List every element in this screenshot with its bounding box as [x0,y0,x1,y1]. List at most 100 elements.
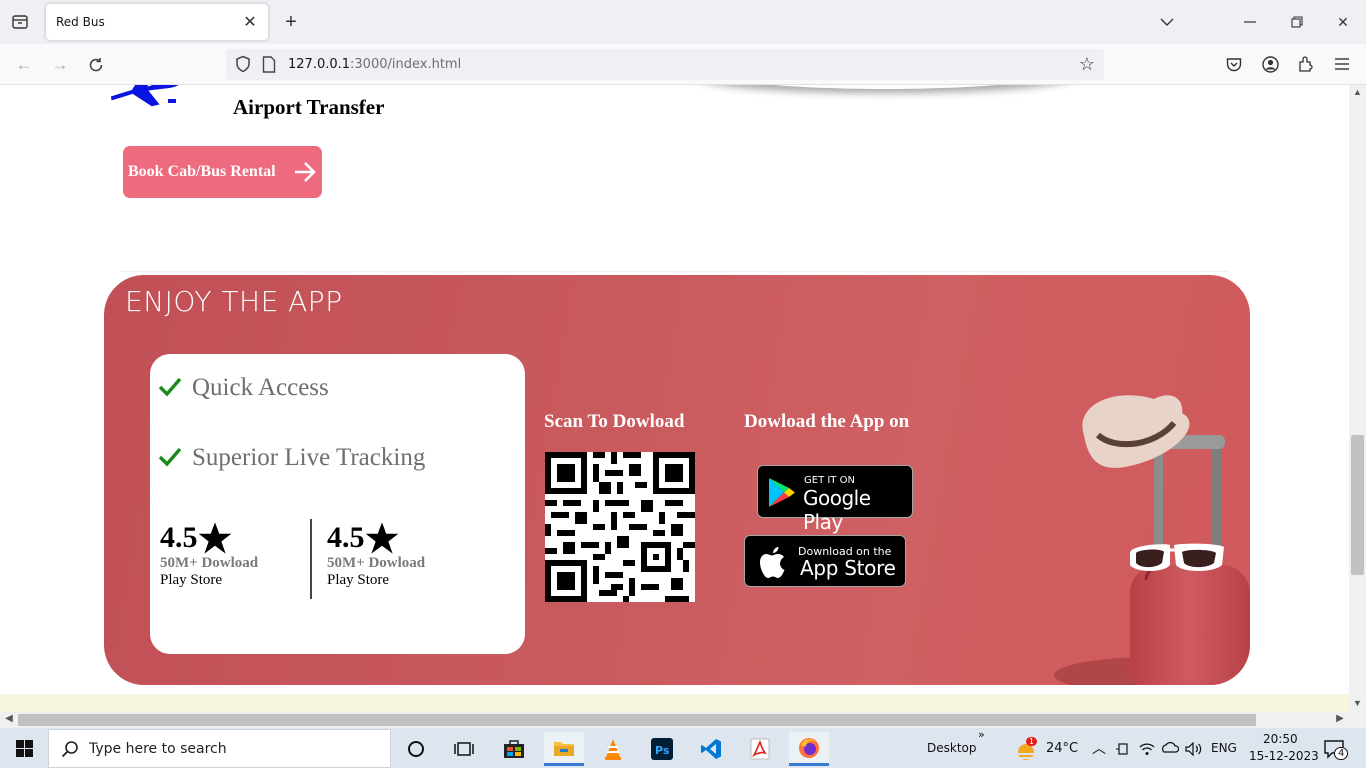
scroll-corner [1349,712,1366,728]
clock-date[interactable]: 15-12-2023 [1249,749,1319,763]
luggage-illustration [1054,395,1250,685]
close-window-button[interactable]: ✕ [1331,10,1355,34]
taskbar-search[interactable]: Type here to search [48,729,391,768]
wifi-icon[interactable] [1136,732,1158,766]
rating-block: 4.5 50M+ Dowload Play Store [327,521,477,589]
page-content: Airport Transfer Book Cab/Bus Rental ENJ… [0,85,1349,712]
search-icon [61,741,78,758]
volume-icon[interactable] [1183,732,1205,766]
scroll-down-icon[interactable]: ▼ [1351,698,1364,710]
search-placeholder: Type here to search [89,741,227,757]
browser-tab[interactable]: Red Bus ✕ [46,4,268,40]
footer-strip [0,694,1349,712]
rating-downloads: 50M+ Dowload [327,555,426,571]
desktop-toolbar-label[interactable]: Desktop [927,741,977,755]
photoshop-icon[interactable]: Ps [642,732,682,766]
rating-value: 4.5 [327,521,365,554]
windows-start-icon[interactable] [0,728,48,768]
url-text[interactable]: 127.0.0.1:3000/index.html [288,57,461,72]
svg-text:Ps: Ps [655,744,670,757]
restore-button[interactable] [1285,10,1309,34]
language-indicator[interactable]: ENG [1211,741,1237,755]
task-view-icon[interactable] [444,732,484,766]
google-play-big: Google Play [803,486,871,534]
scan-title: Scan To Dowload [544,411,685,432]
vlc-icon[interactable] [593,732,633,766]
clock-time[interactable]: 20:50 [1263,732,1298,746]
rating-value: 4.5 [160,521,198,554]
reload-icon[interactable] [83,52,109,78]
temperature[interactable]: 24°C [1046,741,1078,756]
section-divider [120,271,1228,272]
bookmark-star-icon[interactable]: ☆ [1076,53,1098,75]
horizontal-scroll-thumb[interactable] [18,714,1256,726]
new-tab-button[interactable]: + [280,10,302,34]
close-tab-icon[interactable]: ✕ [240,12,260,32]
toolbar-expand-icon[interactable]: » [978,728,985,741]
vertical-scrollbar[interactable]: ▲ ▼ [1349,85,1366,712]
scroll-up-icon[interactable]: ▲ [1351,87,1364,99]
cortana-icon[interactable] [396,732,436,766]
vertical-scroll-thumb[interactable] [1351,435,1364,575]
rating-store: Play Store [327,572,390,588]
tab-title: Red Bus [56,15,105,29]
rating-block: 4.5 50M+ Dowload Play Store [160,521,310,589]
download-title: Dowload the App on [744,411,910,432]
star-icon [198,522,231,554]
google-play-icon [769,478,795,507]
tab-bar: Red Bus ✕ + ✕ [0,0,1366,44]
menu-icon[interactable] [1330,52,1354,76]
pocket-icon[interactable] [1222,52,1246,76]
rating-downloads: 50M+ Dowload [160,555,259,571]
horizontal-scrollbar[interactable]: ◀ ▶ [0,712,1349,728]
url-bar[interactable]: 127.0.0.1:3000/index.html ☆ [226,49,1104,80]
page-icon [262,56,276,73]
weather-icon[interactable] [1008,732,1044,766]
airport-transfer-title: Airport Transfer [233,95,385,119]
back-icon[interactable]: ← [11,52,37,78]
network-icon[interactable] [1159,732,1181,766]
file-explorer-icon[interactable] [544,732,584,766]
navigation-bar: ← → 127.0.0.1:3000/index.html ☆ [0,44,1366,85]
google-play-small: GET IT ON [804,475,855,486]
forward-icon[interactable]: → [47,52,73,78]
check-icon [158,447,182,467]
store-icon[interactable] [494,732,534,766]
vscode-icon[interactable] [691,732,731,766]
book-cab-button[interactable]: Book Cab/Bus Rental [123,146,322,198]
enjoy-app-section: ENJOY THE APP Quick Access Superior Live… [104,275,1250,685]
features-card: Quick Access Superior Live Tracking 4.5 … [150,354,525,654]
airplane-icon [110,85,182,107]
rating-divider [310,519,312,599]
weather-badge: 1 [1026,737,1038,746]
feature-label: Quick Access [192,374,329,401]
url-path: :3000/index.html [350,57,462,72]
google-play-badge[interactable]: GET IT ON Google Play [757,465,913,534]
firefox-icon[interactable] [789,732,829,766]
check-icon [158,377,182,397]
rating-store: Play Store [160,572,223,588]
show-hidden-icons-icon[interactable]: ︿ [1092,738,1106,758]
qr-code [545,452,695,602]
meet-now-icon[interactable] [1112,732,1134,766]
url-host: 127.0.0.1 [288,57,351,72]
enjoy-app-title: ENJOY THE APP [125,285,343,318]
feature-label: Superior Live Tracking [192,444,426,471]
account-icon[interactable] [1258,52,1282,76]
book-cab-label: Book Cab/Bus Rental [128,163,276,180]
taskbar: Type here to search Ps Desktop » 1 24°C … [0,728,1366,768]
list-all-tabs-icon[interactable] [8,10,32,34]
arrow-right-icon [295,162,316,182]
shield-icon[interactable] [234,55,252,73]
scroll-left-icon[interactable]: ◀ [2,713,16,727]
app-store-big: App Store [800,556,896,580]
apple-icon [760,547,785,578]
minimize-button[interactable] [1238,10,1262,34]
scroll-right-icon[interactable]: ▶ [1333,713,1347,727]
star-icon [365,522,398,554]
chevron-down-icon[interactable] [1155,10,1179,34]
decorative-shadow [690,85,1080,89]
extensions-icon[interactable] [1294,52,1318,76]
app-store-badge[interactable]: Download on the App Store [744,535,906,587]
acrobat-icon[interactable] [740,732,780,766]
